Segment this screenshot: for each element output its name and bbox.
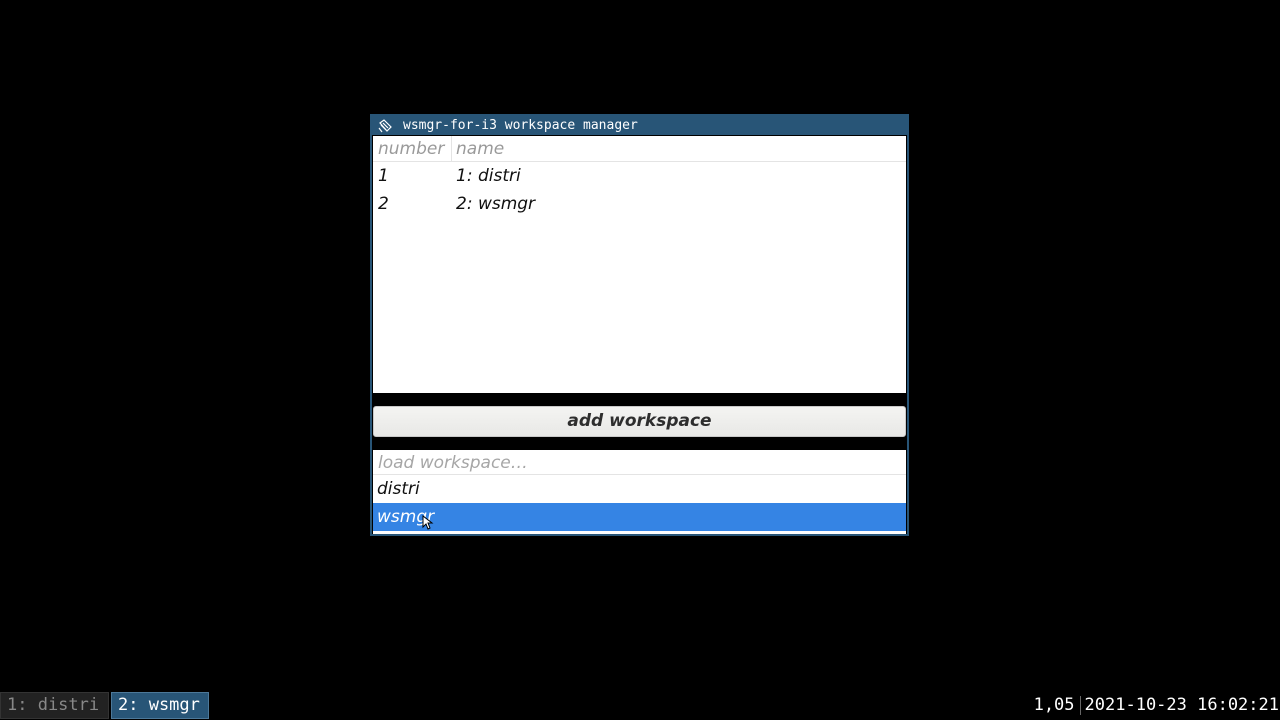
row-name: 2: wsmgr <box>456 194 536 214</box>
window-title: wsmgr-for-i3 workspace manager <box>403 118 638 133</box>
workspace-table-header: number name <box>373 136 906 162</box>
clock: 2021-10-23 16:02:21 <box>1084 695 1279 715</box>
row-name: 1: distri <box>456 166 521 186</box>
i3-status-bar: 1: distri 2: wsmgr 1,05 2021-10-23 16:02… <box>0 691 1280 720</box>
window-titlebar[interactable]: wsmgr-for-i3 workspace manager <box>372 116 907 135</box>
mouse-pointer-icon <box>422 515 434 530</box>
workspace-manager-window: wsmgr-for-i3 workspace manager number na… <box>370 114 909 536</box>
row-number: 1 <box>378 166 389 186</box>
table-row[interactable]: 2 2: wsmgr <box>373 190 906 218</box>
add-workspace-button[interactable]: add workspace <box>373 406 906 437</box>
workspace-button-2[interactable]: 2: wsmgr <box>111 692 209 719</box>
row-number: 2 <box>378 194 389 214</box>
status-separator <box>1079 696 1081 715</box>
list-item-selected[interactable]: wsmgr <box>373 503 906 531</box>
column-header-name[interactable]: name <box>452 136 504 161</box>
list-item[interactable]: distri <box>373 475 906 503</box>
column-header-number[interactable]: number <box>373 136 452 161</box>
load-workspace-list: load workspace… distri wsmgr <box>373 450 906 534</box>
workspace-table: number name 1 1: distri 2 2: wsmgr <box>373 136 906 393</box>
table-row[interactable]: 1 1: distri <box>373 162 906 190</box>
wsmgr-app-icon <box>378 118 392 133</box>
workspace-button-1[interactable]: 1: distri <box>0 692 109 719</box>
load-workspace-header: load workspace… <box>373 450 906 475</box>
status-area: 1,05 2021-10-23 16:02:21 <box>1034 692 1279 719</box>
load-average: 1,05 <box>1033 695 1075 715</box>
window-content: number name 1 1: distri 2 2: wsmgr add w… <box>373 136 906 534</box>
